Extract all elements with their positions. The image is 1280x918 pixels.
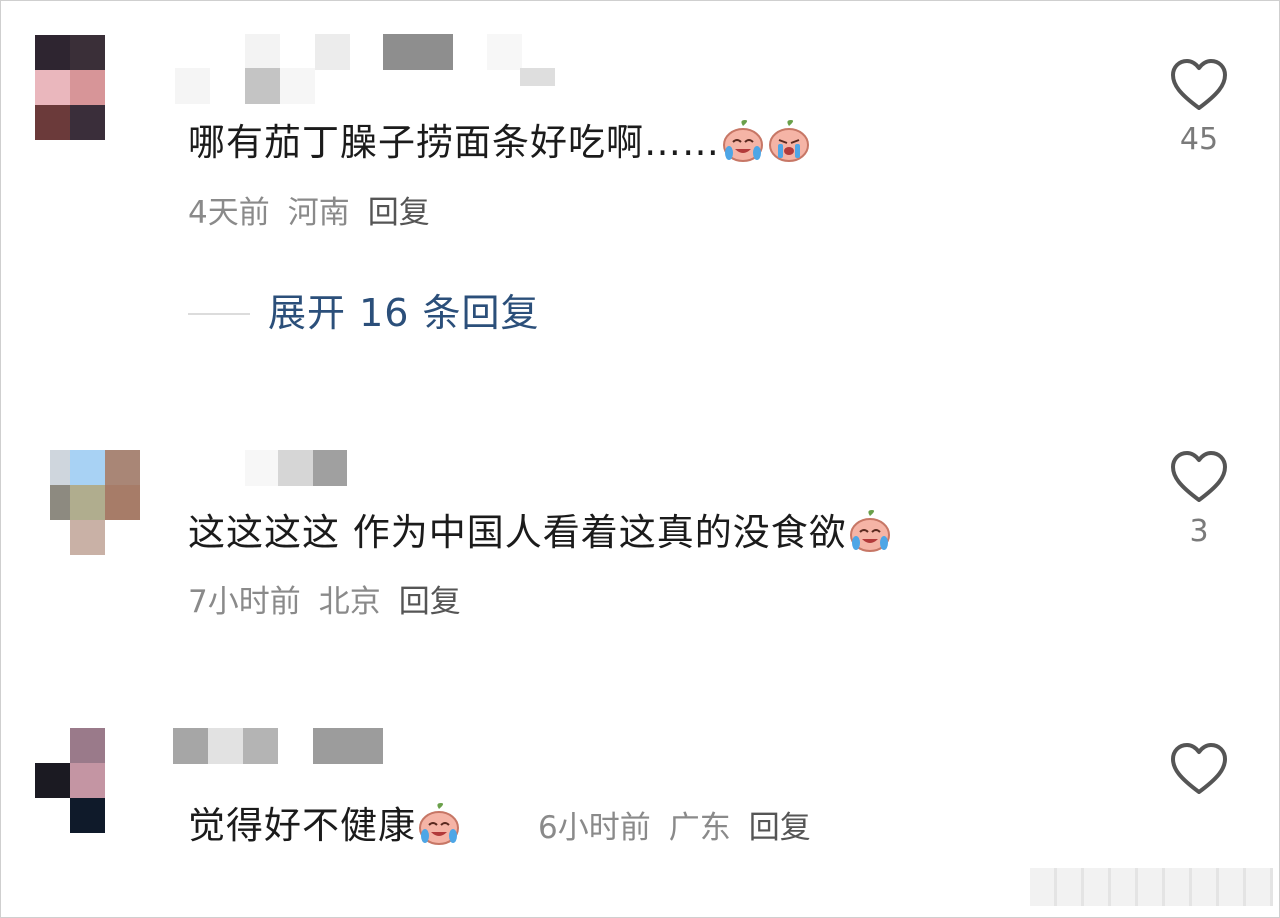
like-button[interactable] <box>1170 742 1228 806</box>
comment-time: 6小时前 <box>538 810 651 846</box>
username-blurred[interactable] <box>173 728 383 764</box>
crying-laughing-emoji-icon <box>419 802 459 845</box>
comment-text: 觉得好不健康 <box>188 802 462 851</box>
comment-location: 广东 <box>668 810 731 846</box>
reply-button[interactable]: 回复 <box>749 810 811 846</box>
comment-item: 觉得好不健康 6小时前 广东 回复 <box>0 0 1280 918</box>
watermark-blurred <box>1030 868 1273 906</box>
comment-meta: 6小时前 广东 回复 <box>538 808 811 848</box>
avatar[interactable] <box>35 728 105 833</box>
heart-outline-icon <box>1171 743 1227 794</box>
